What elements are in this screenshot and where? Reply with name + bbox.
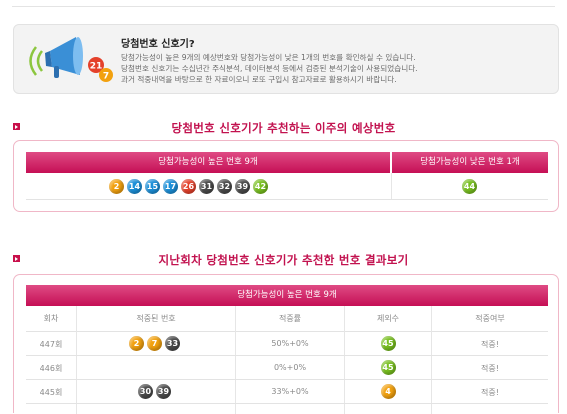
round-cell: 447회 — [39, 340, 63, 349]
column-divider — [76, 306, 77, 414]
art-ball-7: 7 — [103, 72, 109, 82]
section2-title: 지난회차 당첨번호 신호기가 추천한 번호 결과보기 — [158, 253, 409, 267]
hit-numbers-cell: 30 39 — [138, 384, 171, 399]
lotto-ball: 42 — [253, 179, 268, 194]
prediction-panel: 당첨가능성이 높은 번호 9개 당첨가능성이 낮은 번호 1개 2 14 15 17 2… — [13, 140, 559, 212]
lotto-ball: 31 — [199, 179, 214, 194]
row-divider — [26, 403, 548, 404]
col-hit-rate: 적중률 — [278, 314, 302, 323]
lotto-ball: 26 — [181, 179, 196, 194]
excluded-number-cell: 4 — [380, 384, 396, 399]
lotto-ball: 33 — [165, 336, 180, 351]
lotto-ball: 39 — [156, 384, 171, 399]
low-number-header: 당첨가능성이 낮은 번호 1개 — [392, 152, 548, 173]
lotto-ball: 4 — [380, 384, 396, 399]
excluded-number-cell: 45 — [380, 360, 396, 375]
round-cell: 446회 — [39, 364, 63, 373]
lotto-ball: 17 — [163, 179, 178, 194]
lotto-ball: 15 — [145, 179, 160, 194]
lotto-ball: 32 — [217, 179, 232, 194]
col-round: 회차 — [43, 314, 59, 323]
lotto-ball: 7 — [147, 336, 162, 351]
result-cell: 적중! — [481, 388, 499, 397]
lotto-ball: 30 — [138, 384, 153, 399]
hit-rate-cell: 50%+0% — [271, 339, 309, 348]
info-line: 당첨가능성이 높은 9개의 예상번호와 당첨가능성이 낮은 1개의 번호를 확인… — [121, 53, 416, 62]
section2-heading: 지난회차 당첨번호 신호기가 추천한 번호 결과보기 — [0, 252, 567, 268]
col-excluded: 제외수 — [376, 314, 400, 323]
round-cell: 445회 — [39, 388, 63, 397]
high-numbers-list: 2 14 15 17 26 31 32 39 42 — [109, 179, 268, 194]
hit-rate-cell: 33%+0% — [271, 387, 309, 396]
info-description: 당첨가능성이 높은 9개의 예상번호와 당첨가능성이 낮은 1개의 번호를 확인… — [121, 52, 418, 85]
column-divider — [235, 306, 236, 414]
col-result: 적중여부 — [475, 314, 505, 323]
low-number-list: 44 — [462, 179, 477, 194]
row-divider — [26, 379, 548, 380]
megaphone-icon: 21 7 — [29, 37, 113, 82]
col-hit-numbers: 적중된 번호 — [136, 314, 176, 323]
excluded-number-cell: 45 — [380, 336, 396, 351]
lotto-ball: 44 — [462, 179, 477, 194]
hit-rate-cell: 0%+0% — [273, 363, 307, 372]
info-box: 21 7 당첨번호 신호기? 당첨가능성이 높은 9개의 예상번호와 당첨가능성… — [13, 24, 559, 94]
section1-heading: 당첨번호 신호기가 추천하는 이주의 예상번호 — [0, 120, 567, 136]
column-divider — [391, 173, 392, 199]
lotto-ball: 14 — [127, 179, 142, 194]
info-line: 당첨번호 신호기는 수십년간 주식분석, 데이터분석 등에서 검증된 분석기술이… — [121, 64, 418, 73]
lotto-ball: 2 — [109, 179, 124, 194]
results-panel: 당첨가능성이 높은 번호 9개 회차 적중된 번호 적중률 제외수 적중여부 4… — [13, 274, 559, 414]
high-numbers-header: 당첨가능성이 높은 번호 9개 — [26, 152, 390, 173]
row-divider — [26, 355, 548, 356]
info-line: 과거 적중내역을 바탕으로 한 자료이오니 로또 구입시 참고자료로 활용하시기… — [121, 75, 397, 84]
info-title: 당첨번호 신호기? — [121, 39, 195, 50]
art-ball-21: 21 — [90, 62, 103, 72]
section1-title: 당첨번호 신호기가 추천하는 이주의 예상번호 — [171, 121, 396, 135]
top-divider — [12, 6, 555, 7]
row-divider — [26, 331, 548, 332]
result-cell: 적중! — [481, 364, 499, 373]
column-divider — [344, 306, 345, 414]
result-cell: 적중! — [481, 340, 499, 349]
row-divider — [26, 199, 548, 200]
results-group-header: 당첨가능성이 높은 번호 9개 — [26, 285, 548, 306]
lotto-ball: 45 — [380, 336, 396, 351]
lotto-ball: 2 — [129, 336, 144, 351]
lotto-ball: 39 — [235, 179, 250, 194]
lotto-ball: 45 — [380, 360, 396, 375]
hit-numbers-cell: 2 7 33 — [129, 336, 180, 351]
